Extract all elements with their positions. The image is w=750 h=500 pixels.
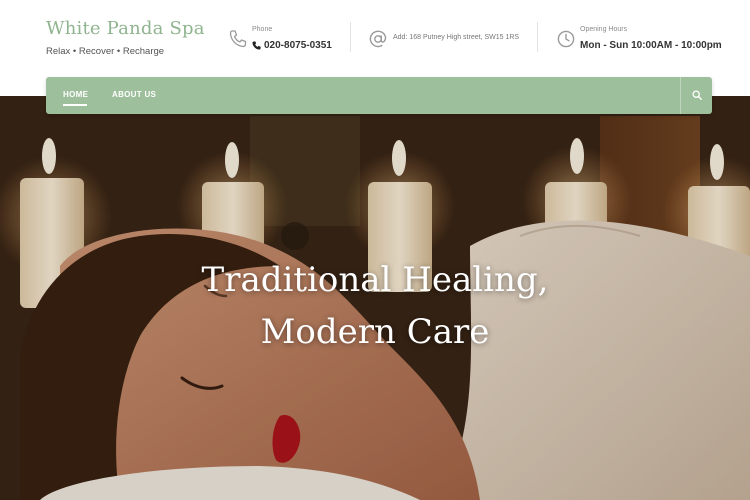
nav-item-home[interactable]: HOME — [63, 90, 88, 99]
main-nav: HOME ABOUT US — [46, 77, 712, 114]
brand-title[interactable]: White Panda Spa — [46, 18, 205, 39]
hero-title-line-1: Traditional Healing, — [201, 260, 549, 300]
nav-item-about-us[interactable]: ABOUT US — [112, 90, 156, 99]
search-button[interactable] — [680, 77, 712, 114]
phone-label: Phone — [252, 26, 273, 33]
phone-small-icon — [252, 41, 261, 50]
contact-hours: Opening Hours Mon - Sun 10:00AM - 10:00p… — [556, 26, 731, 56]
at-sign-icon — [369, 30, 387, 48]
clock-icon — [557, 30, 575, 48]
brand[interactable]: White Panda Spa Relax • Recover • Rechar… — [46, 18, 205, 57]
hero-title: Traditional Healing, Modern Care — [0, 254, 750, 358]
hours-value: Mon - Sun 10:00AM - 10:00pm — [580, 40, 722, 51]
header-divider — [350, 22, 351, 52]
address-text: Add: 168 Putney High street, SW15 1RS — [393, 34, 520, 41]
header-divider — [537, 22, 538, 52]
phone-number[interactable]: 020-8075-0351 — [264, 40, 332, 51]
search-icon — [692, 90, 702, 100]
contact-address: Add: 168 Putney High street, SW15 1RS — [368, 26, 528, 56]
brand-tagline: Relax • Recover • Recharge — [46, 46, 165, 57]
phone-icon — [229, 30, 247, 48]
nav-active-indicator — [63, 104, 87, 106]
contact-phone: Phone 020-8075-0351 — [228, 26, 343, 56]
hours-label: Opening Hours — [580, 26, 628, 33]
hero-title-line-2: Modern Care — [260, 312, 490, 352]
hero-banner: Traditional Healing, Modern Care — [0, 96, 750, 500]
